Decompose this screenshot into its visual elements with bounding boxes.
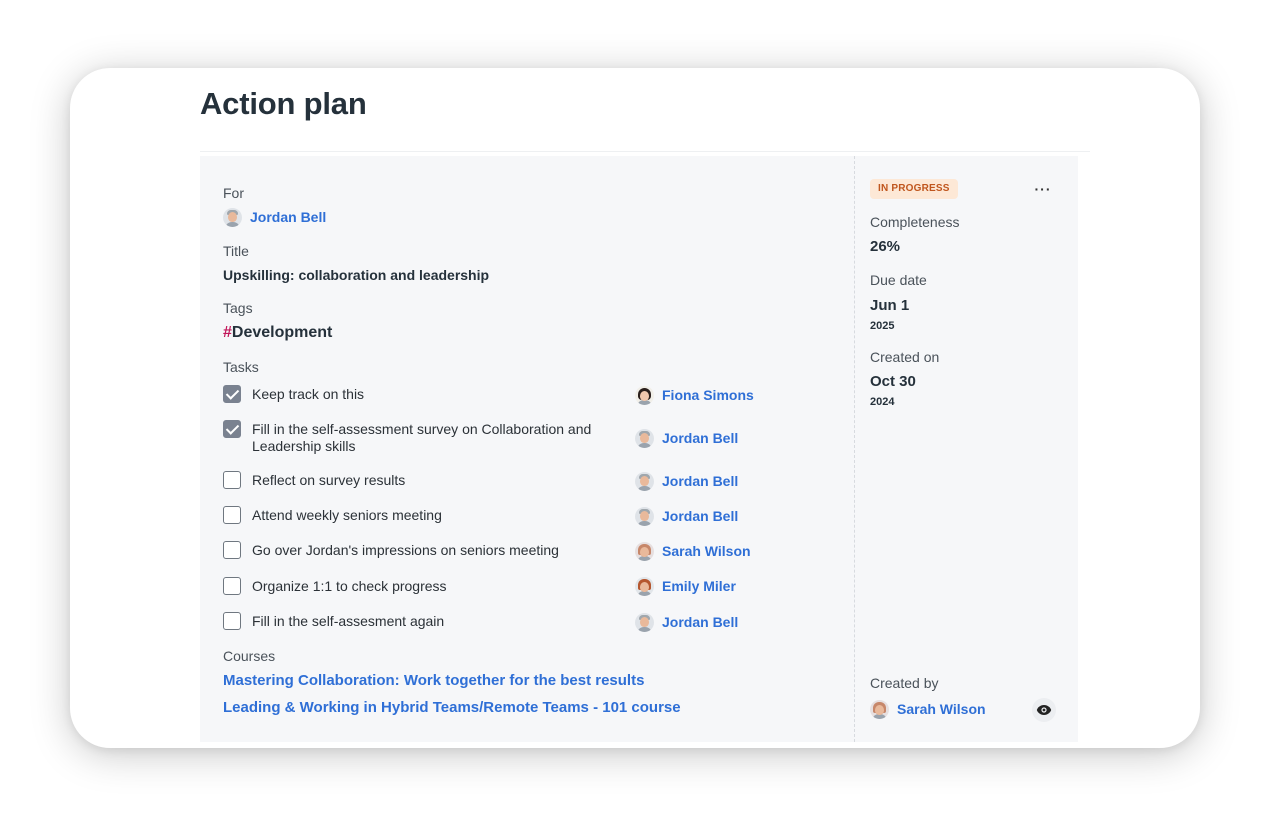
task-row: Go over Jordan's impressions on seniors …	[223, 541, 603, 559]
task-assignee[interactable]: Fiona Simons	[635, 385, 754, 405]
course-link[interactable]: Leading & Working in Hybrid Teams/Remote…	[223, 699, 681, 716]
due-date-year: 2025	[870, 320, 895, 332]
person-name: Jordan Bell	[662, 473, 739, 489]
header-divider	[200, 151, 1090, 152]
task-assignee[interactable]: Jordan Bell	[635, 471, 738, 491]
task-row: Keep track on this	[223, 385, 603, 403]
task-checkbox[interactable]	[223, 420, 241, 438]
avatar	[635, 576, 654, 596]
tasks-label: Tasks	[223, 359, 259, 375]
task-text: Attend weekly seniors meeting	[252, 507, 442, 523]
for-person[interactable]: Jordan Bell	[223, 207, 326, 227]
title-label: Title	[223, 243, 249, 259]
task-text: Go over Jordan's impressions on seniors …	[252, 542, 559, 558]
task-text: Organize 1:1 to check progress	[252, 578, 447, 594]
column-divider	[854, 156, 855, 742]
task-row: Attend weekly seniors meeting	[223, 506, 603, 524]
completeness-label: Completeness	[870, 214, 960, 230]
due-date-day: Jun 1	[870, 297, 910, 314]
task-row: Fill in the self-assessment survey on Co…	[223, 420, 603, 455]
person-name: Sarah Wilson	[662, 543, 751, 559]
page-title: Action plan	[200, 86, 367, 121]
task-checkbox[interactable]	[223, 577, 241, 595]
tags-label: Tags	[223, 300, 253, 316]
due-date-label: Due date	[870, 272, 927, 288]
completeness-value: 26%	[870, 238, 901, 255]
created-by-label: Created by	[870, 675, 939, 691]
person-name: Jordan Bell	[250, 209, 327, 225]
person-name: Fiona Simons	[662, 387, 754, 403]
avatar	[635, 471, 654, 491]
created-on-year: 2024	[870, 396, 895, 408]
for-label: For	[223, 185, 244, 201]
task-checkbox[interactable]	[223, 471, 241, 489]
more-options-icon[interactable]: ···	[1030, 178, 1056, 200]
task-text: Fill in the self-assessment survey on Co…	[252, 421, 592, 454]
task-text: Fill in the self-assesment again	[252, 613, 445, 629]
status-badge: IN PROGRESS	[870, 179, 958, 199]
task-text: Keep track on this	[252, 386, 365, 402]
person-name: Jordan Bell	[662, 614, 739, 630]
task-checkbox[interactable]	[223, 612, 241, 630]
person-name: Emily Miler	[662, 578, 736, 594]
eye-icon-glyph	[1036, 705, 1052, 715]
task-assignee[interactable]: Jordan Bell	[635, 612, 738, 632]
task-row: Organize 1:1 to check progress	[223, 577, 603, 595]
action-plan-card: Action plan For Jordan Bell Title Upskil…	[70, 68, 1200, 748]
created-on-day: Oct 30	[870, 373, 916, 390]
task-assignee[interactable]: Jordan Bell	[635, 506, 738, 526]
task-checkbox[interactable]	[223, 506, 241, 524]
task-assignee[interactable]: Sarah Wilson	[635, 541, 751, 561]
task-row: Reflect on survey results	[223, 471, 603, 489]
task-checkbox[interactable]	[223, 541, 241, 559]
course-link[interactable]: Mastering Collaboration: Work together f…	[223, 672, 644, 689]
plan-title: Upskilling: collaboration and leadership	[223, 267, 490, 283]
avatar	[223, 207, 242, 227]
courses-label: Courses	[223, 648, 276, 664]
person-name: Jordan Bell	[662, 430, 739, 446]
avatar	[635, 385, 654, 405]
tag-development[interactable]: #Development	[223, 324, 332, 342]
avatar	[635, 541, 654, 561]
eye-icon[interactable]	[1032, 698, 1056, 722]
action-plan-panel: For Jordan Bell Title Upskilling: collab…	[200, 156, 1078, 742]
person-name: Sarah Wilson	[897, 701, 986, 717]
avatar	[635, 428, 654, 448]
task-text: Reflect on survey results	[252, 472, 406, 488]
task-assignee[interactable]: Jordan Bell	[635, 428, 738, 448]
created-on-label: Created on	[870, 349, 940, 365]
task-row: Fill in the self-assesment again	[223, 612, 603, 630]
task-assignee[interactable]: Emily Miler	[635, 576, 736, 596]
tag-label: Development	[231, 324, 333, 341]
avatar	[635, 506, 654, 526]
avatar	[635, 612, 654, 632]
avatar	[870, 699, 889, 719]
person-name: Jordan Bell	[662, 508, 739, 524]
task-checkbox[interactable]	[223, 385, 241, 403]
created-by-person[interactable]: Sarah Wilson	[870, 699, 986, 719]
tag-hash: #	[223, 324, 232, 341]
